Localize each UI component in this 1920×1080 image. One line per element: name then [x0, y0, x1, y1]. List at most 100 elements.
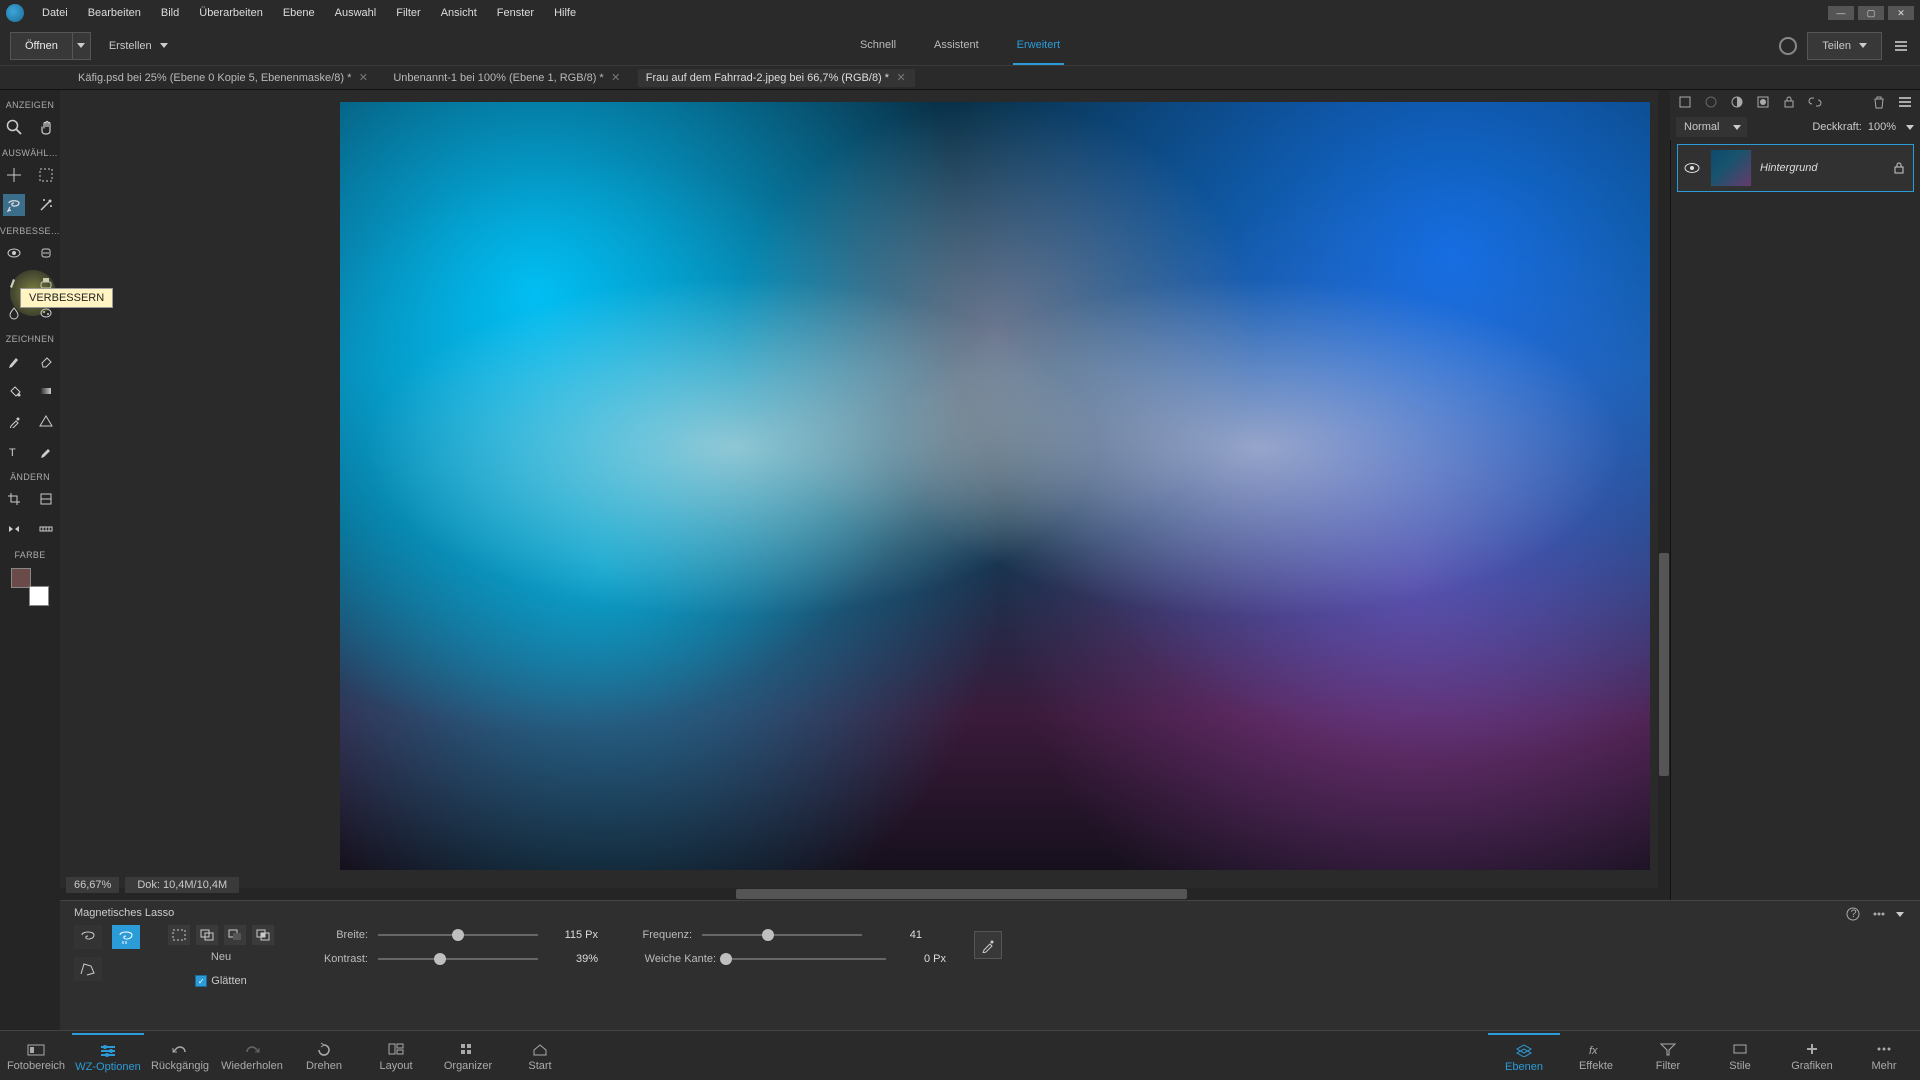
straighten-tool[interactable] — [35, 518, 57, 540]
menu-edit[interactable]: Bearbeiten — [78, 3, 151, 23]
tablet-pressure-button[interactable] — [974, 931, 1002, 959]
layer-name[interactable]: Hintergrund — [1760, 162, 1817, 174]
selection-new[interactable] — [168, 925, 190, 945]
contrast-slider[interactable] — [378, 958, 538, 960]
window-minimize-button[interactable]: — — [1828, 6, 1854, 20]
feather-slider[interactable] — [726, 958, 886, 960]
menu-layer[interactable]: Ebene — [273, 3, 325, 23]
lasso-tool[interactable] — [3, 194, 25, 216]
polygonal-lasso-option[interactable] — [74, 957, 102, 981]
eyedropper-tool[interactable] — [3, 410, 25, 432]
horizontal-scrollbar[interactable] — [60, 888, 1670, 900]
chevron-down-icon[interactable] — [1906, 125, 1914, 130]
contrast-slider-value[interactable]: 39% — [548, 953, 598, 965]
layer-thumbnail[interactable] — [1710, 149, 1752, 187]
close-icon[interactable]: ✕ — [895, 72, 907, 84]
width-slider-value[interactable]: 115 Px — [548, 929, 598, 941]
organizer-button[interactable]: Organizer — [432, 1034, 504, 1078]
marquee-tool[interactable] — [35, 164, 57, 186]
menu-help[interactable]: Hilfe — [544, 3, 586, 23]
gradient-tool[interactable] — [35, 380, 57, 402]
new-group-icon[interactable] — [1702, 93, 1720, 111]
layers-panel-button[interactable]: Ebenen — [1488, 1033, 1560, 1079]
crop-tool[interactable] — [3, 488, 25, 510]
panel-menu-icon[interactable] — [1896, 93, 1914, 111]
mode-tab-expert[interactable]: Erweitert — [1013, 27, 1064, 65]
document-tab[interactable]: Frau auf dem Fahrrad-2.jpeg bei 66,7% (R… — [638, 69, 915, 87]
photo-bin-button[interactable]: Fotobereich — [0, 1034, 72, 1078]
new-layer-icon[interactable] — [1676, 93, 1694, 111]
window-close-button[interactable]: ✕ — [1888, 6, 1914, 20]
close-icon[interactable]: ✕ — [357, 72, 369, 84]
magnetic-lasso-option[interactable] — [112, 925, 140, 949]
delete-layer-icon[interactable] — [1870, 93, 1888, 111]
shape-tool[interactable] — [35, 410, 57, 432]
menu-file[interactable]: Datei — [32, 3, 78, 23]
tool-options-button[interactable]: WZ-Optionen — [72, 1033, 144, 1079]
theme-toggle-icon[interactable] — [1779, 37, 1797, 55]
menu-enhance[interactable]: Überarbeiten — [189, 3, 273, 23]
opacity-value[interactable]: 100% — [1868, 121, 1896, 133]
mode-tab-guided[interactable]: Assistent — [930, 27, 983, 65]
close-icon[interactable]: ✕ — [610, 72, 622, 84]
foreground-color-swatch[interactable] — [11, 568, 31, 588]
open-button[interactable]: Öffnen — [10, 32, 73, 60]
help-icon[interactable]: ? — [1844, 905, 1862, 923]
red-eye-tool[interactable] — [3, 242, 25, 264]
layer-mask-icon[interactable] — [1754, 93, 1772, 111]
more-options-icon[interactable] — [1870, 905, 1888, 923]
move-tool[interactable] — [3, 164, 25, 186]
layer-row[interactable]: Hintergrund — [1677, 144, 1914, 192]
zoom-tool[interactable] — [3, 116, 25, 138]
magic-wand-tool[interactable] — [35, 194, 57, 216]
frequency-slider-value[interactable]: 41 — [872, 929, 922, 941]
document-tab[interactable]: Unbenannt-1 bei 100% (Ebene 1, RGB/8) * … — [385, 69, 629, 87]
mode-tab-quick[interactable]: Schnell — [856, 27, 900, 65]
effects-panel-button[interactable]: fxEffekte — [1560, 1034, 1632, 1078]
scrollbar-thumb[interactable] — [736, 889, 1187, 899]
create-dropdown[interactable]: Erstellen — [101, 40, 176, 52]
vertical-scrollbar[interactable] — [1658, 90, 1670, 888]
open-dropdown-button[interactable] — [73, 32, 91, 60]
recompose-tool[interactable] — [35, 488, 57, 510]
document-tab[interactable]: Käfig.psd bei 25% (Ebene 0 Kopie 5, Eben… — [70, 69, 377, 87]
hand-tool[interactable] — [35, 116, 57, 138]
background-color-swatch[interactable] — [29, 586, 49, 606]
menu-image[interactable]: Bild — [151, 3, 189, 23]
rotate-button[interactable]: Drehen — [288, 1034, 360, 1078]
window-maximize-button[interactable]: ▢ — [1858, 6, 1884, 20]
adjustment-layer-icon[interactable] — [1728, 93, 1746, 111]
content-aware-move-tool[interactable] — [3, 518, 25, 540]
filters-panel-button[interactable]: Filter — [1632, 1034, 1704, 1078]
brush-tool[interactable] — [3, 350, 25, 372]
styles-panel-button[interactable]: Stile — [1704, 1034, 1776, 1078]
layout-button[interactable]: Layout — [360, 1034, 432, 1078]
menu-select[interactable]: Auswahl — [325, 3, 387, 23]
width-slider[interactable] — [378, 934, 538, 936]
selection-intersect[interactable] — [252, 925, 274, 945]
menu-window[interactable]: Fenster — [487, 3, 544, 23]
home-button[interactable]: Start — [504, 1034, 576, 1078]
document-canvas[interactable] — [340, 102, 1650, 870]
text-tool[interactable]: T — [3, 440, 25, 462]
frequency-slider[interactable] — [702, 934, 862, 936]
document-size[interactable]: Dok: 10,4M/10,4M — [125, 877, 239, 893]
menu-view[interactable]: Ansicht — [431, 3, 487, 23]
feather-slider-value[interactable]: 0 Px — [896, 953, 946, 965]
undo-button[interactable]: Rückgängig — [144, 1034, 216, 1078]
freeform-lasso-option[interactable] — [74, 925, 102, 949]
lock-layer-icon[interactable] — [1780, 93, 1798, 111]
selection-subtract[interactable] — [224, 925, 246, 945]
graphics-panel-button[interactable]: Grafiken — [1776, 1034, 1848, 1078]
menu-filter[interactable]: Filter — [386, 3, 430, 23]
antialias-checkbox[interactable]: ✓ — [195, 975, 207, 987]
blend-mode-select[interactable]: Normal — [1676, 117, 1747, 137]
visibility-toggle-icon[interactable] — [1682, 162, 1702, 174]
link-layers-icon[interactable] — [1806, 93, 1824, 111]
eraser-tool[interactable] — [35, 350, 57, 372]
chevron-down-icon[interactable] — [1896, 912, 1904, 917]
redo-button[interactable]: Wiederholen — [216, 1034, 288, 1078]
spot-heal-tool[interactable] — [35, 242, 57, 264]
panel-menu-icon[interactable] — [1892, 37, 1910, 55]
share-button[interactable]: Teilen — [1807, 32, 1882, 60]
